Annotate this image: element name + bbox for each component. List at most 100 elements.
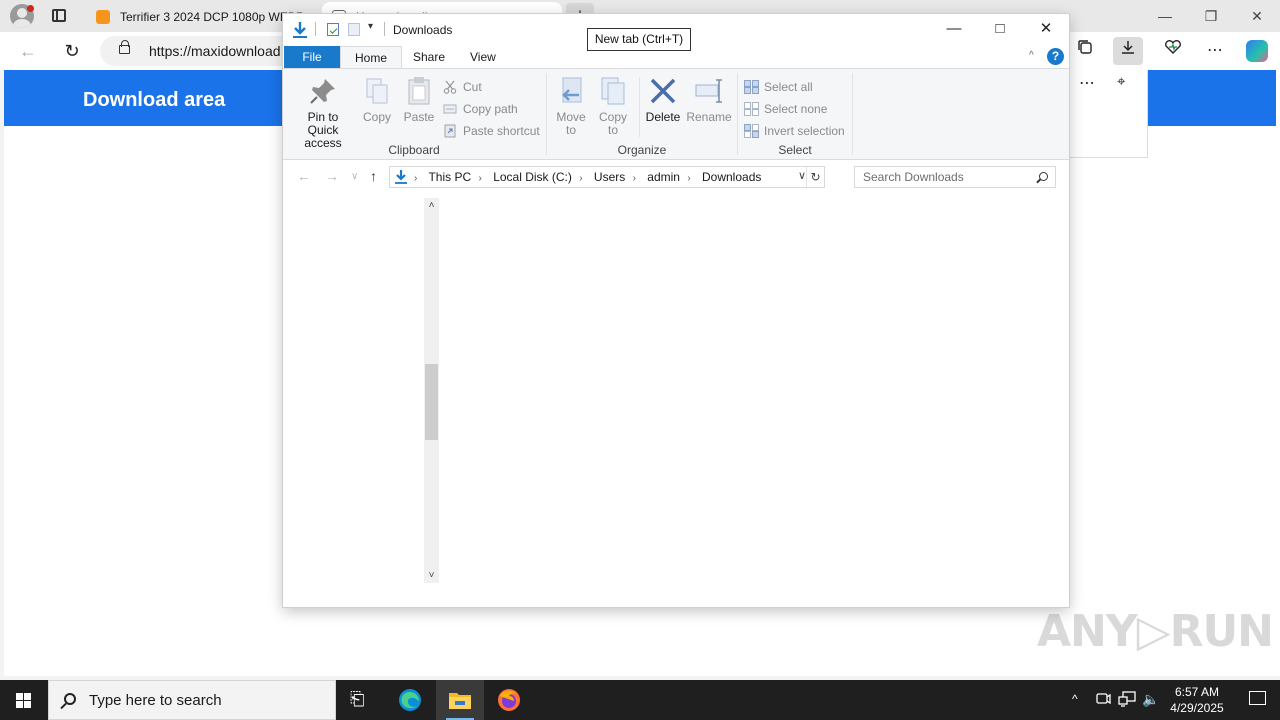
- network-icon[interactable]: [1118, 691, 1136, 710]
- tray-overflow-chevron-icon[interactable]: ^: [1072, 692, 1078, 706]
- breadcrumb-admin[interactable]: admin: [647, 170, 680, 184]
- breadcrumb-this-pc[interactable]: This PC: [428, 170, 471, 184]
- delete-button[interactable]: Delete: [643, 75, 683, 124]
- paste-icon: [403, 75, 435, 107]
- taskbar-search-box[interactable]: Type here to search: [48, 680, 336, 720]
- tab-share[interactable]: Share: [399, 46, 459, 69]
- reload-button[interactable]: ↻: [58, 37, 86, 65]
- address-dropdown-icon[interactable]: ∨: [798, 169, 806, 182]
- copy-path-button[interactable]: Copy path: [443, 99, 518, 119]
- move-to-button[interactable]: Move to: [553, 75, 589, 137]
- flyout-more-icon[interactable]: ⋯: [1079, 73, 1095, 93]
- properties-icon[interactable]: [327, 23, 339, 36]
- lock-icon[interactable]: [119, 40, 130, 54]
- back-button[interactable]: ←: [14, 37, 42, 65]
- navigation-pane-scrollbar[interactable]: ˄ ˅: [424, 198, 439, 583]
- file-list-area[interactable]: [441, 194, 1069, 607]
- downloads-location-icon: [393, 169, 409, 188]
- browser-window-controls: — ❐ ✕: [1142, 0, 1280, 32]
- scrollbar-thumb[interactable]: [425, 364, 438, 440]
- notification-icon: [1249, 691, 1266, 705]
- windows-logo-icon: [16, 693, 23, 700]
- tab-home[interactable]: Home: [340, 46, 403, 69]
- select-all-icon: [744, 80, 759, 94]
- search-downloads-input[interactable]: Search Downloads: [854, 166, 1056, 188]
- breadcrumb-separator[interactable]: ›: [633, 173, 636, 184]
- volume-icon[interactable]: 🔈: [1142, 691, 1159, 708]
- tab-file[interactable]: File: [284, 46, 340, 69]
- scroll-down-arrow-icon[interactable]: ˅: [424, 568, 439, 583]
- copy-to-button[interactable]: Copy to: [595, 75, 631, 137]
- new-folder-icon[interactable]: [348, 23, 360, 36]
- paste-shortcut-button[interactable]: Paste shortcut: [443, 121, 540, 141]
- edge-taskbar-button[interactable]: [386, 680, 434, 720]
- paste-button[interactable]: Paste: [400, 75, 438, 124]
- navigation-pane[interactable]: [283, 194, 441, 584]
- task-view-icon: ⎗: [350, 689, 365, 709]
- breadcrumb-separator[interactable]: ›: [687, 173, 690, 184]
- restore-button[interactable]: ❐: [1188, 0, 1234, 32]
- explorer-minimize-button[interactable]: —: [931, 14, 977, 44]
- collapse-ribbon-icon[interactable]: ^: [1029, 50, 1034, 61]
- select-all-button[interactable]: Select all: [744, 77, 813, 97]
- pin-icon: [307, 75, 339, 107]
- clipboard-group: Pin to Quick access Copy Paste Cut Copy …: [283, 73, 545, 159]
- breadcrumb-separator[interactable]: ›: [414, 173, 417, 184]
- clock[interactable]: 6:57 AM 4/29/2025: [1162, 684, 1232, 716]
- up-button[interactable]: ↑: [370, 168, 377, 184]
- notification-center-button[interactable]: [1236, 680, 1280, 720]
- explorer-close-button[interactable]: ✕: [1023, 14, 1069, 44]
- quick-access-separator: [315, 22, 316, 36]
- customize-quick-access-icon[interactable]: ▾: [368, 21, 373, 32]
- copy-icon: [361, 75, 393, 107]
- invert-selection-button[interactable]: Invert selection: [744, 121, 845, 141]
- start-button[interactable]: [0, 680, 48, 720]
- meet-now-icon[interactable]: [1095, 691, 1111, 710]
- select-all-label: Select all: [764, 80, 813, 94]
- copy-button[interactable]: Copy: [359, 75, 395, 124]
- search-icon: [64, 693, 76, 705]
- pin-to-quick-access-button[interactable]: Pin to Quick access: [291, 75, 355, 150]
- downloads-icon[interactable]: [1113, 37, 1143, 65]
- nav-back-button[interactable]: ←: [297, 168, 311, 184]
- navigation-bar: ← → ∨ ↑ › This PC › Local Disk (C:) › Us…: [283, 162, 1069, 192]
- file-explorer-taskbar-button[interactable]: [436, 680, 484, 720]
- copilot-icon[interactable]: [1246, 40, 1268, 62]
- collections-icon[interactable]: [1070, 37, 1100, 65]
- edge-icon: [399, 689, 421, 711]
- search-icon[interactable]: [1039, 172, 1048, 181]
- organize-group-label: Organize: [617, 143, 667, 157]
- nav-forward-button[interactable]: →: [325, 168, 339, 184]
- settings-more-icon[interactable]: ⋯: [1200, 37, 1230, 65]
- recent-locations-button[interactable]: ∨: [351, 171, 358, 182]
- firefox-taskbar-button[interactable]: [486, 680, 534, 720]
- explorer-maximize-button[interactable]: □: [977, 14, 1023, 44]
- select-none-button[interactable]: Select none: [744, 99, 827, 119]
- copy-path-icon: [443, 102, 457, 116]
- breadcrumb-separator[interactable]: ›: [579, 173, 582, 184]
- rename-button[interactable]: Rename: [685, 75, 733, 124]
- minimize-button[interactable]: —: [1142, 0, 1188, 32]
- browser-essentials-icon[interactable]: [1158, 37, 1188, 65]
- clock-date: 4/29/2025: [1170, 701, 1224, 715]
- tab-view[interactable]: View: [456, 46, 510, 69]
- profile-alert-badge: [27, 5, 34, 12]
- flyout-pin-icon[interactable]: ⌖: [1117, 73, 1125, 90]
- cut-button[interactable]: Cut: [443, 77, 482, 97]
- help-icon[interactable]: ?: [1047, 48, 1064, 65]
- url-text[interactable]: https://maxidownload: [149, 43, 281, 59]
- breadcrumb-separator[interactable]: ›: [479, 173, 482, 184]
- downloads-folder-icon: [291, 21, 309, 42]
- tab-actions-icon[interactable]: [52, 9, 66, 22]
- refresh-icon[interactable]: ↻: [806, 167, 824, 187]
- close-window-button[interactable]: ✕: [1234, 0, 1280, 32]
- cut-label: Cut: [463, 80, 482, 94]
- breadcrumb-users[interactable]: Users: [594, 170, 625, 184]
- title-separator: [384, 22, 385, 36]
- copy-to-label-line2: to: [607, 123, 618, 137]
- scroll-up-arrow-icon[interactable]: ˄: [424, 198, 439, 213]
- breadcrumb-downloads[interactable]: Downloads: [702, 170, 761, 184]
- breadcrumb-local-disk[interactable]: Local Disk (C:): [493, 170, 572, 184]
- task-view-button[interactable]: ⎗: [336, 680, 384, 720]
- address-field[interactable]: › This PC › Local Disk (C:) › Users › ad…: [389, 166, 825, 188]
